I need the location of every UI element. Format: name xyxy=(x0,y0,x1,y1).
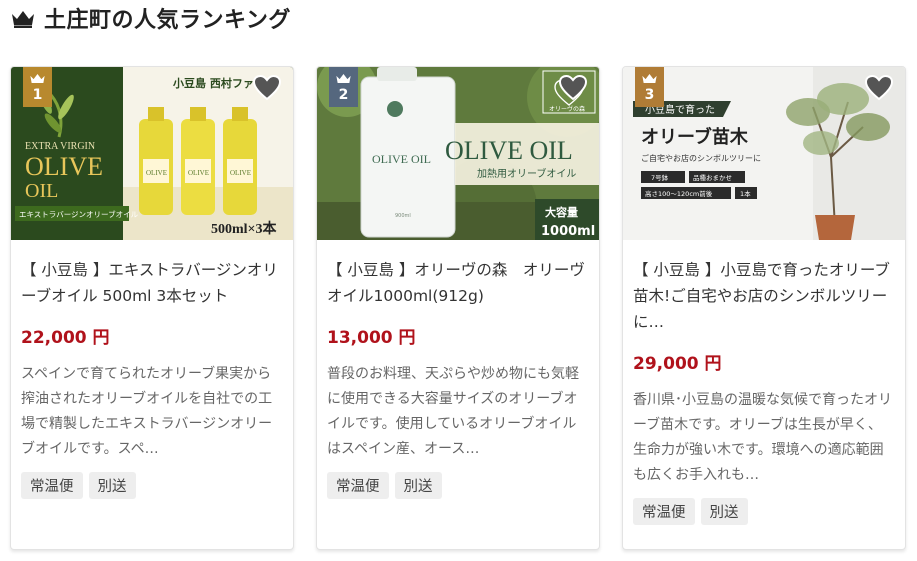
product-description: 普段のお料理、天ぷらや炒め物にも気軽に使用できる大容量サイズのオリーブオイルです… xyxy=(327,366,579,457)
crown-icon xyxy=(642,73,657,84)
crown-icon xyxy=(12,11,34,28)
image-text-olive: OLIVE xyxy=(25,152,103,181)
favorite-heart-icon[interactable] xyxy=(253,75,281,101)
rank-badge: 3 xyxy=(635,67,664,107)
spec-2: 品種おまかせ xyxy=(693,174,732,182)
product-card-3[interactable]: 小豆島で育った オリーブ苗木 ご自宅やお店のシンボルツリーに 7号鉢 品種おまか… xyxy=(622,66,906,550)
product-card-1[interactable]: EXTRA VIRGIN OLIVE OIL エキストラバージンオリーブオイル … xyxy=(10,66,294,550)
product-description: スペインで育てられたオリーブ果実から搾油されたオリーブオイルを自社での工場で精製… xyxy=(21,366,273,457)
tag-shipping-room-temp: 常温便 xyxy=(327,472,389,499)
crown-icon xyxy=(30,73,45,84)
product-price: 22,000 円 xyxy=(21,328,110,348)
bottle-label-1: OLIVE xyxy=(146,169,167,177)
product-description: 香川県･小豆島の温暖な気候で育ったオリーブ苗木です。オリーブは生長が早く、生命力… xyxy=(633,392,892,483)
favorite-heart-icon[interactable] xyxy=(865,75,893,101)
tag-list: 常温便 別送 xyxy=(633,498,895,525)
product-title[interactable]: 【 小豆島 】オリーヴの森 オリーヴオイル1000ml(912g) xyxy=(327,257,589,309)
image-text-size: 500ml×3本 xyxy=(211,220,278,237)
product-card-2[interactable]: OLIVE OIL 900ml OLIVE OIL 加熱用オリーブオイル 大容量… xyxy=(316,66,600,550)
tag-list: 常温便 別送 xyxy=(21,472,283,499)
bottle-label-3: OLIVE xyxy=(230,169,251,177)
tag-separate-shipping: 別送 xyxy=(88,472,136,499)
rank-number: 2 xyxy=(338,87,349,103)
product-title[interactable]: 【 小豆島 】小豆島で育ったオリーブ苗木!ご自宅やお店のシンボルツリーに… xyxy=(633,257,895,335)
image-text-extra: EXTRA VIRGIN xyxy=(25,141,95,152)
badge-bottom: 1000ml xyxy=(541,224,595,239)
can-label: OLIVE OIL xyxy=(372,152,431,166)
product-price: 29,000 円 xyxy=(633,354,722,374)
favorite-heart-icon[interactable] xyxy=(559,75,587,101)
product-title[interactable]: 【 小豆島 】エキストラバージンオリーブオイル 500ml 3本セット xyxy=(21,257,283,309)
tag-separate-shipping: 別送 xyxy=(700,498,748,525)
image-text-brand: 小豆島 西村ファ xyxy=(172,76,254,90)
spec-1: 7号鉢 xyxy=(651,173,669,182)
product-price: 13,000 円 xyxy=(327,328,416,348)
rank-badge: 2 xyxy=(329,67,358,107)
tag-separate-shipping: 別送 xyxy=(394,472,442,499)
spec-3: 高さ100〜120cm前後 xyxy=(645,189,713,198)
can-small-text: 900ml xyxy=(395,213,411,219)
logo-text: オリーヴの森 xyxy=(549,105,585,113)
headline-text: OLIVE OIL xyxy=(445,136,573,165)
subtitle-text: 加熱用オリーブオイル xyxy=(477,167,576,180)
section-title: 土庄町の人気ランキング xyxy=(44,8,291,33)
tag-shipping-room-temp: 常温便 xyxy=(633,498,695,525)
image-text-oil: OIL xyxy=(25,180,58,202)
product-image[interactable]: 小豆島で育った オリーブ苗木 ご自宅やお店のシンボルツリーに 7号鉢 品種おまか… xyxy=(623,67,905,240)
tag-shipping-room-temp: 常温便 xyxy=(21,472,83,499)
spec-4: 1本 xyxy=(740,189,751,198)
tag-list: 常温便 別送 xyxy=(327,472,589,499)
rank-number: 1 xyxy=(32,87,43,103)
rank-badge: 1 xyxy=(23,67,52,107)
headline-text: オリーブ苗木 xyxy=(641,126,749,148)
bottle-label-2: OLIVE xyxy=(188,169,209,177)
crown-icon xyxy=(336,73,351,84)
image-text-banner: エキストラバージンオリーブオイル xyxy=(19,209,139,219)
badge-top: 大容量 xyxy=(545,205,578,219)
rank-number: 3 xyxy=(644,87,655,103)
product-image[interactable]: OLIVE OIL 900ml OLIVE OIL 加熱用オリーブオイル 大容量… xyxy=(317,67,599,240)
subtitle-text: ご自宅やお店のシンボルツリーに xyxy=(641,153,761,163)
section-header: 土庄町の人気ランキング xyxy=(10,4,291,33)
product-image[interactable]: EXTRA VIRGIN OLIVE OIL エキストラバージンオリーブオイル … xyxy=(11,67,293,240)
